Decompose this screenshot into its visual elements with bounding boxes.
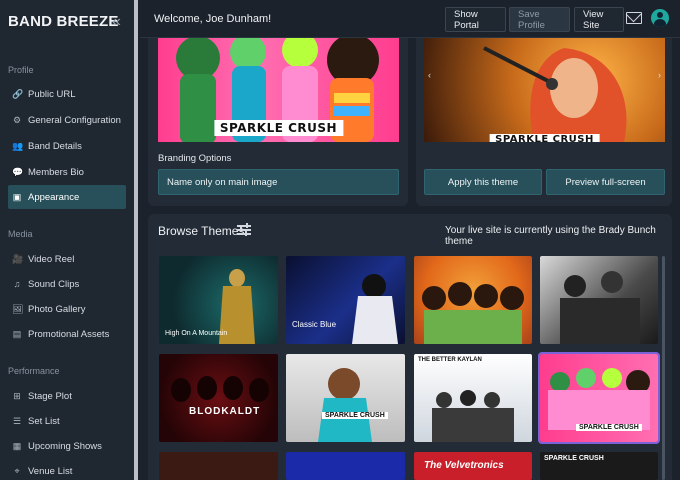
- theme-thumbnail[interactable]: BLODKALDT: [159, 354, 278, 442]
- theme-name: SPARKLE CRUSH: [576, 424, 642, 431]
- sidebar-item-label: Set List: [28, 415, 60, 427]
- theme-name: Classic Blue: [292, 320, 337, 329]
- grid-icon: ⊞: [13, 391, 21, 401]
- calendar-icon: ▦: [12, 441, 22, 451]
- theme-name: The Velvetronics: [424, 460, 504, 471]
- sidebar-item-label: Video Reel: [28, 253, 75, 265]
- preview-caption: SPARKLE CRUSH: [213, 120, 344, 136]
- theme-gallery-panel: SPARKLE CRUSH ‹ › Apply this theme Previ…: [416, 38, 672, 206]
- sidebar-item-set-list[interactable]: ☰ Set List: [8, 409, 126, 433]
- video-icon: 🎥: [12, 254, 24, 264]
- save-profile-button[interactable]: Save Profile: [509, 7, 570, 32]
- collapse-sidebar-icon[interactable]: «: [112, 13, 121, 31]
- section-profile: Profile: [8, 65, 34, 75]
- layout-icon: ▣: [12, 192, 22, 202]
- theme-thumbnail[interactable]: The Velvetronics: [414, 452, 532, 480]
- sidebar-item-photo-gallery[interactable]: 🖼 Photo Gallery: [8, 297, 126, 321]
- section-performance: Performance: [8, 366, 60, 376]
- theme-thumbnail[interactable]: Classic Blue: [286, 256, 405, 344]
- show-portal-button[interactable]: Show Portal: [445, 7, 506, 32]
- chevron-right-icon[interactable]: ›: [658, 70, 661, 80]
- theme-thumbnail[interactable]: SPARKLE CRUSH: [540, 452, 658, 480]
- theme-thumbnail[interactable]: High On A Mountain: [159, 256, 278, 344]
- singer-illustration: [483, 46, 627, 142]
- sidebar-item-band-details[interactable]: 👥 Band Details: [8, 134, 126, 158]
- theme-thumbnail[interactable]: [414, 256, 532, 344]
- sidebar-item-label: Appearance: [28, 191, 80, 203]
- branding-options-label: Branding Options: [158, 153, 232, 164]
- sidebar-item-public-url[interactable]: 🔗 Public URL: [8, 82, 126, 106]
- brand-logo: BAND BREEZE: [8, 13, 119, 30]
- avatar[interactable]: [651, 9, 669, 27]
- sidebar-item-sound-clips[interactable]: ♫ Sound Clips: [8, 272, 126, 296]
- live-theme-note: Your live site is currently using the Br…: [445, 225, 656, 247]
- theme-thumbnail[interactable]: [540, 256, 658, 344]
- sidebar-item-video-reel[interactable]: 🎥 Video Reel: [8, 247, 126, 271]
- browse-themes-title: Browse Themes: [158, 224, 245, 238]
- music-icon: ♫: [13, 279, 21, 289]
- guitarist-illustration: [318, 368, 372, 442]
- theme-name: THE BETTER KAYLAN: [418, 357, 482, 363]
- chevron-left-icon[interactable]: ‹: [428, 70, 431, 80]
- sidebar-item-appearance[interactable]: ▣ Appearance: [8, 185, 126, 209]
- branding-options-select[interactable]: Name only on main image: [158, 169, 399, 195]
- list-icon: ☰: [12, 416, 22, 426]
- singer-illustration: [352, 274, 398, 344]
- view-site-button[interactable]: View Site: [574, 7, 624, 32]
- theme-name: SPARKLE CRUSH: [322, 412, 388, 419]
- filter-sliders-icon[interactable]: [237, 223, 251, 237]
- theme-thumbnail-selected[interactable]: SPARKLE CRUSH: [538, 352, 660, 444]
- sidebar-item-label: Promotional Assets: [28, 328, 110, 340]
- theme-thumbnail[interactable]: [159, 452, 278, 480]
- sidebar: BAND BREEZE « Profile 🔗 Public URL ⚙ Gener…: [0, 0, 136, 480]
- theme-name: High On A Mountain: [165, 330, 228, 337]
- mail-icon[interactable]: [626, 12, 642, 24]
- sidebar-item-label: Venue List: [28, 465, 73, 477]
- sidebar-item-promotional-assets[interactable]: ▤ Promotional Assets: [8, 322, 126, 346]
- theme-name: SPARKLE CRUSH: [544, 455, 604, 462]
- sidebar-item-label: Public URL: [28, 88, 76, 100]
- band-photo-illustration: [560, 271, 640, 344]
- chat-icon: 💬: [12, 167, 24, 177]
- welcome-message: Welcome, Joe Dunham!: [154, 13, 272, 25]
- sidebar-item-label: Band Details: [28, 140, 82, 152]
- apply-theme-button[interactable]: Apply this theme: [424, 169, 542, 195]
- secondary-caption: SPARKLE CRUSH: [489, 134, 600, 142]
- theme-preview-image: SPARKLE CRUSH: [158, 38, 399, 142]
- image-icon: 🖼: [12, 304, 24, 314]
- sidebar-item-members-bio[interactable]: 💬 Members Bio: [8, 160, 126, 184]
- location-icon: ⌖: [14, 466, 20, 476]
- theme-thumbnail[interactable]: SPARKLE CRUSH: [286, 354, 405, 442]
- people-icon: 👥: [12, 141, 24, 151]
- section-media: Media: [8, 229, 33, 239]
- theme-secondary-image: SPARKLE CRUSH ‹ ›: [424, 38, 665, 142]
- link-icon: 🔗: [12, 89, 24, 99]
- settings-icon: ⚙: [12, 115, 22, 125]
- sidebar-item-label: Sound Clips: [28, 278, 80, 290]
- sidebar-item-general-configuration[interactable]: ⚙ General Configuration: [8, 108, 126, 132]
- sidebar-item-label: Members Bio: [28, 166, 84, 178]
- app-window: BAND BREEZE « Profile 🔗 Public URL ⚙ Gener…: [0, 0, 680, 480]
- preview-fullscreen-button[interactable]: Preview full-screen: [546, 169, 665, 195]
- sidebar-item-label: Upcoming Shows: [28, 440, 102, 452]
- sidebar-item-label: Photo Gallery: [28, 303, 86, 315]
- band-photo-illustration: [422, 282, 524, 344]
- theme-name: BLODKALDT: [189, 406, 261, 417]
- sidebar-item-label: Stage Plot: [28, 390, 72, 402]
- sidebar-item-stage-plot[interactable]: ⊞ Stage Plot: [8, 384, 126, 408]
- band-photo-illustration: [171, 376, 269, 402]
- scrollbar-thumb[interactable]: [134, 0, 138, 480]
- document-icon: ▤: [12, 329, 22, 339]
- theme-thumbnail[interactable]: [286, 452, 405, 480]
- band-photo-illustration: [432, 390, 514, 442]
- sidebar-item-label: General Configuration: [28, 114, 121, 126]
- sidebar-item-upcoming-shows[interactable]: ▦ Upcoming Shows: [8, 434, 126, 458]
- sidebar-item-venue-list[interactable]: ⌖ Venue List: [8, 459, 126, 480]
- theme-thumbnail[interactable]: THE BETTER KAYLAN: [414, 354, 532, 442]
- current-theme-panel: SPARKLE CRUSH Branding Options Name only…: [148, 38, 408, 206]
- themes-scrollbar[interactable]: [662, 256, 665, 480]
